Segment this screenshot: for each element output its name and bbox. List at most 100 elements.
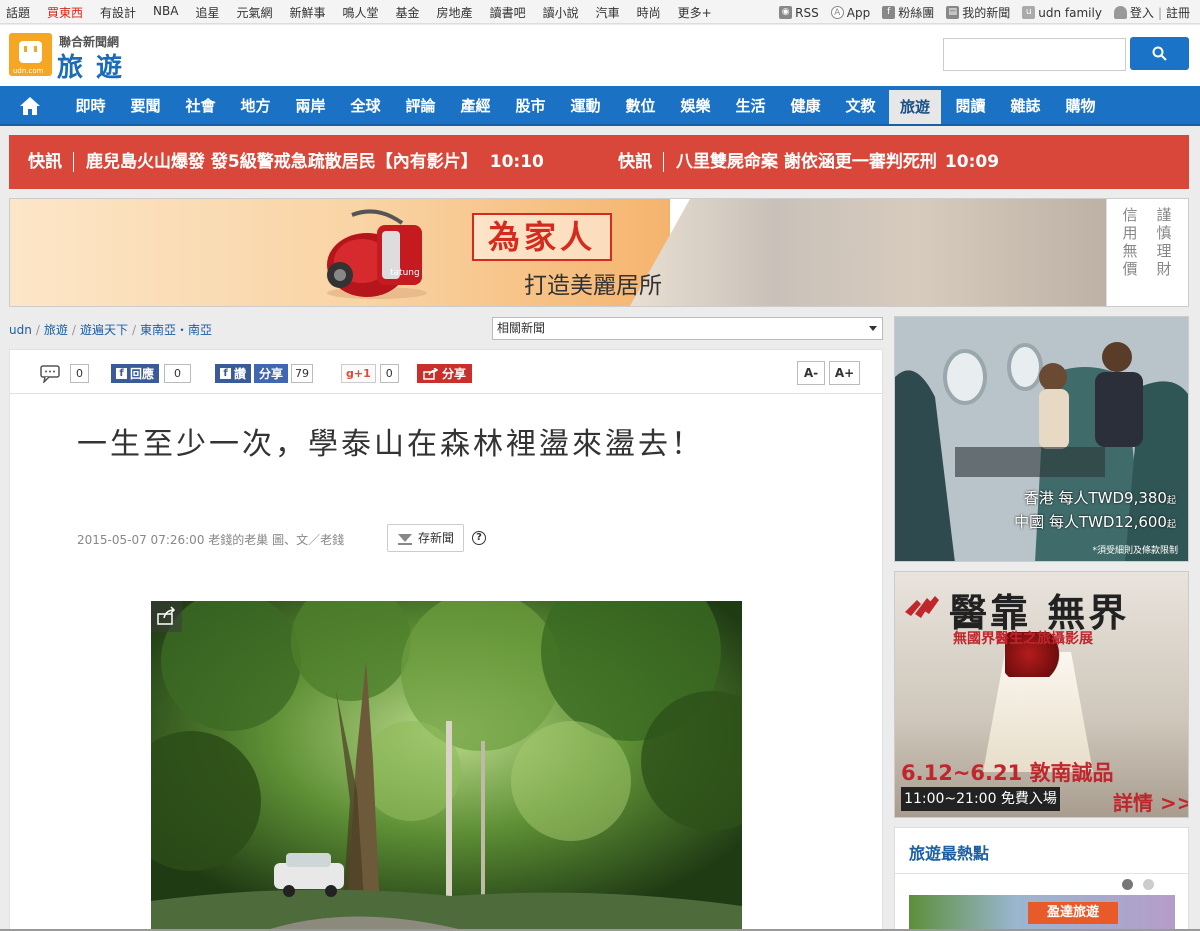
breaking-news-bar: 快訊 鹿兒島火山爆發 發5級警戒急疏散居民【內有影片】 10:10 快訊 八里雙屍… [9,135,1189,189]
nav-item-active[interactable]: 旅遊 [889,90,941,124]
banner-ad[interactable]: tatung 為家人 打造美麗居所 信用無價 謹慎理財 [9,198,1189,307]
family-link[interactable]: u udn family [1022,6,1102,20]
msf-logo-icon [905,596,939,618]
home-button[interactable] [10,93,50,119]
photo-share-button[interactable] [151,601,182,632]
nav-item[interactable]: 運動 [558,86,613,126]
save-news-label: 存新聞 [417,531,454,545]
top-utility-bar: 話題 買東西 有設計 NBA 追星 元氣網 新鮮事 鳴人堂 基金 房地產 讀書吧… [0,0,1200,24]
comment-counter[interactable]: 0 [40,364,89,383]
disclaimer-text: 謹慎理財 [1154,207,1173,279]
breadcrumb-link[interactable]: 東南亞・南亞 [140,323,212,337]
nav-item[interactable]: 股市 [503,86,558,126]
nav-item[interactable]: 評論 [393,86,448,126]
nav-item[interactable]: 社會 [173,86,228,126]
top-link[interactable]: 追星 [195,4,219,21]
nav-item[interactable]: 娛樂 [668,86,723,126]
app-link[interactable]: A App [830,5,871,20]
font-decrease-button[interactable]: A- [797,361,825,385]
exhibition-time: 11:00~21:00 免費入場 [901,787,1060,811]
breadcrumb-sep: / [131,323,136,337]
top-link[interactable]: 買東西 [47,4,83,21]
carousel-dot[interactable] [1143,879,1154,890]
fb-like-label: 讚 [234,367,247,381]
save-news-button[interactable]: 存新聞 [387,524,464,552]
comment-count: 0 [70,364,89,383]
login-link[interactable]: 登入 [1113,4,1154,21]
nav-item[interactable]: 數位 [613,86,668,126]
top-link-more[interactable]: 更多+ [678,4,712,21]
price-text: 香港 每人TWD9,380 [1023,489,1167,507]
price-note: *須受細則及條款限制 [1092,546,1178,556]
nav-item[interactable]: 即時 [63,86,118,126]
help-icon[interactable]: ? [472,531,486,545]
share-icon [157,606,176,625]
share-icon [423,367,439,380]
top-link[interactable]: 讀小說 [543,4,579,21]
nav-item[interactable]: 全球 [338,86,393,126]
top-link[interactable]: 汽車 [596,4,620,21]
nav-item[interactable]: 健康 [778,86,833,126]
login-label: 登入 [1129,6,1154,20]
facebook-icon: f [220,368,231,379]
nav-item[interactable]: 購物 [1053,86,1108,126]
search-button[interactable] [1130,37,1189,70]
fans-label: 粉絲團 [898,6,935,20]
breaking-time: 10:10 [489,152,544,172]
gplus-count: 0 [379,364,399,383]
carousel-dot-active[interactable] [1122,879,1133,890]
breaking-news-item[interactable]: 快訊 八里雙屍命案 謝依涵更一審判死刑 10:09 [618,135,999,189]
udn-travel-logo[interactable]: udn.com 聯合新聞網 旅 遊 [9,33,129,83]
search-input[interactable] [943,38,1126,71]
nav-items: 即時 要聞 社會 地方 兩岸 全球 評論 產經 股市 運動 數位 娛樂 生活 健… [63,86,1108,126]
gplus-button[interactable]: g+1 [341,364,376,383]
top-link[interactable]: 新鮮事 [290,4,326,21]
share-toolbar: 0 f 回應 0 f讚 分享 79 g+1 0 分享 A- A+ [10,350,882,394]
top-link[interactable]: 房地產 [437,4,473,21]
nav-item[interactable]: 兩岸 [283,86,338,126]
font-increase-button[interactable]: A+ [829,361,860,385]
article-photo-forest[interactable] [151,601,742,931]
related-news-select[interactable]: 相關新聞 [492,317,883,340]
top-link[interactable]: 時尚 [637,4,661,21]
top-link[interactable]: 元氣網 [236,4,272,21]
nav-item[interactable]: 地方 [228,86,283,126]
home-icon [20,97,40,115]
banner-slogan-sub: 打造美麗居所 [524,273,662,299]
nav-item[interactable]: 要聞 [118,86,173,126]
fans-link[interactable]: f 粉絲團 [882,4,934,21]
rss-label: RSS [795,5,819,20]
forest-image [151,601,742,931]
msf-exhibition-ad[interactable]: 醫靠 無界 無國界醫生之旅攝影展 6.12~6.21 敦南誠品 11:00~21… [894,571,1189,818]
travel-hotspot-widget: 旅遊最熱點 盈達旅遊 [894,827,1190,931]
nav-item[interactable]: 雜誌 [998,86,1053,126]
breadcrumb-link[interactable]: 遊遍天下 [80,323,128,337]
rss-link[interactable]: ◉ RSS [779,6,819,20]
breaking-time: 10:09 [944,152,1000,172]
nav-item[interactable]: 生活 [723,86,778,126]
register-link[interactable]: 註冊 [1166,4,1190,21]
breadcrumb-sep: / [35,323,40,337]
top-link[interactable]: 有設計 [100,4,136,21]
exhibition-date: 6.12~6.21 敦南誠品 [901,761,1114,785]
fb-comment-button[interactable]: f 回應 [111,364,160,383]
breadcrumb-link[interactable]: 旅遊 [44,323,68,337]
nav-item[interactable]: 閱讀 [943,86,998,126]
fb-like-button[interactable]: f讚 [215,364,252,383]
breadcrumb-link[interactable]: udn [9,323,32,337]
top-link[interactable]: 基金 [396,4,420,21]
share-button[interactable]: 分享 [417,364,473,383]
top-link[interactable]: 話題 [6,4,30,21]
top-link[interactable]: 鳴人堂 [343,4,379,21]
gplus-group: g+1 0 [341,364,399,383]
fb-share-button[interactable]: 分享 [254,364,289,383]
nav-item[interactable]: 文教 [833,86,888,126]
top-link[interactable]: 讀書吧 [490,4,526,21]
nav-item[interactable]: 產經 [448,86,503,126]
airline-ad[interactable]: 香港 每人TWD9,380起 中國 每人TWD12,600起 *須受細則及條款限… [894,316,1189,562]
exhibition-details-link[interactable]: 詳情 >> [1113,787,1188,816]
mynews-link[interactable]: ▤ 我的新聞 [946,4,1010,21]
app-label: App [846,5,871,20]
top-link[interactable]: NBA [153,4,178,21]
breaking-news-item[interactable]: 快訊 鹿兒島火山爆發 發5級警戒急疏散居民【內有影片】 10:10 [28,135,544,189]
